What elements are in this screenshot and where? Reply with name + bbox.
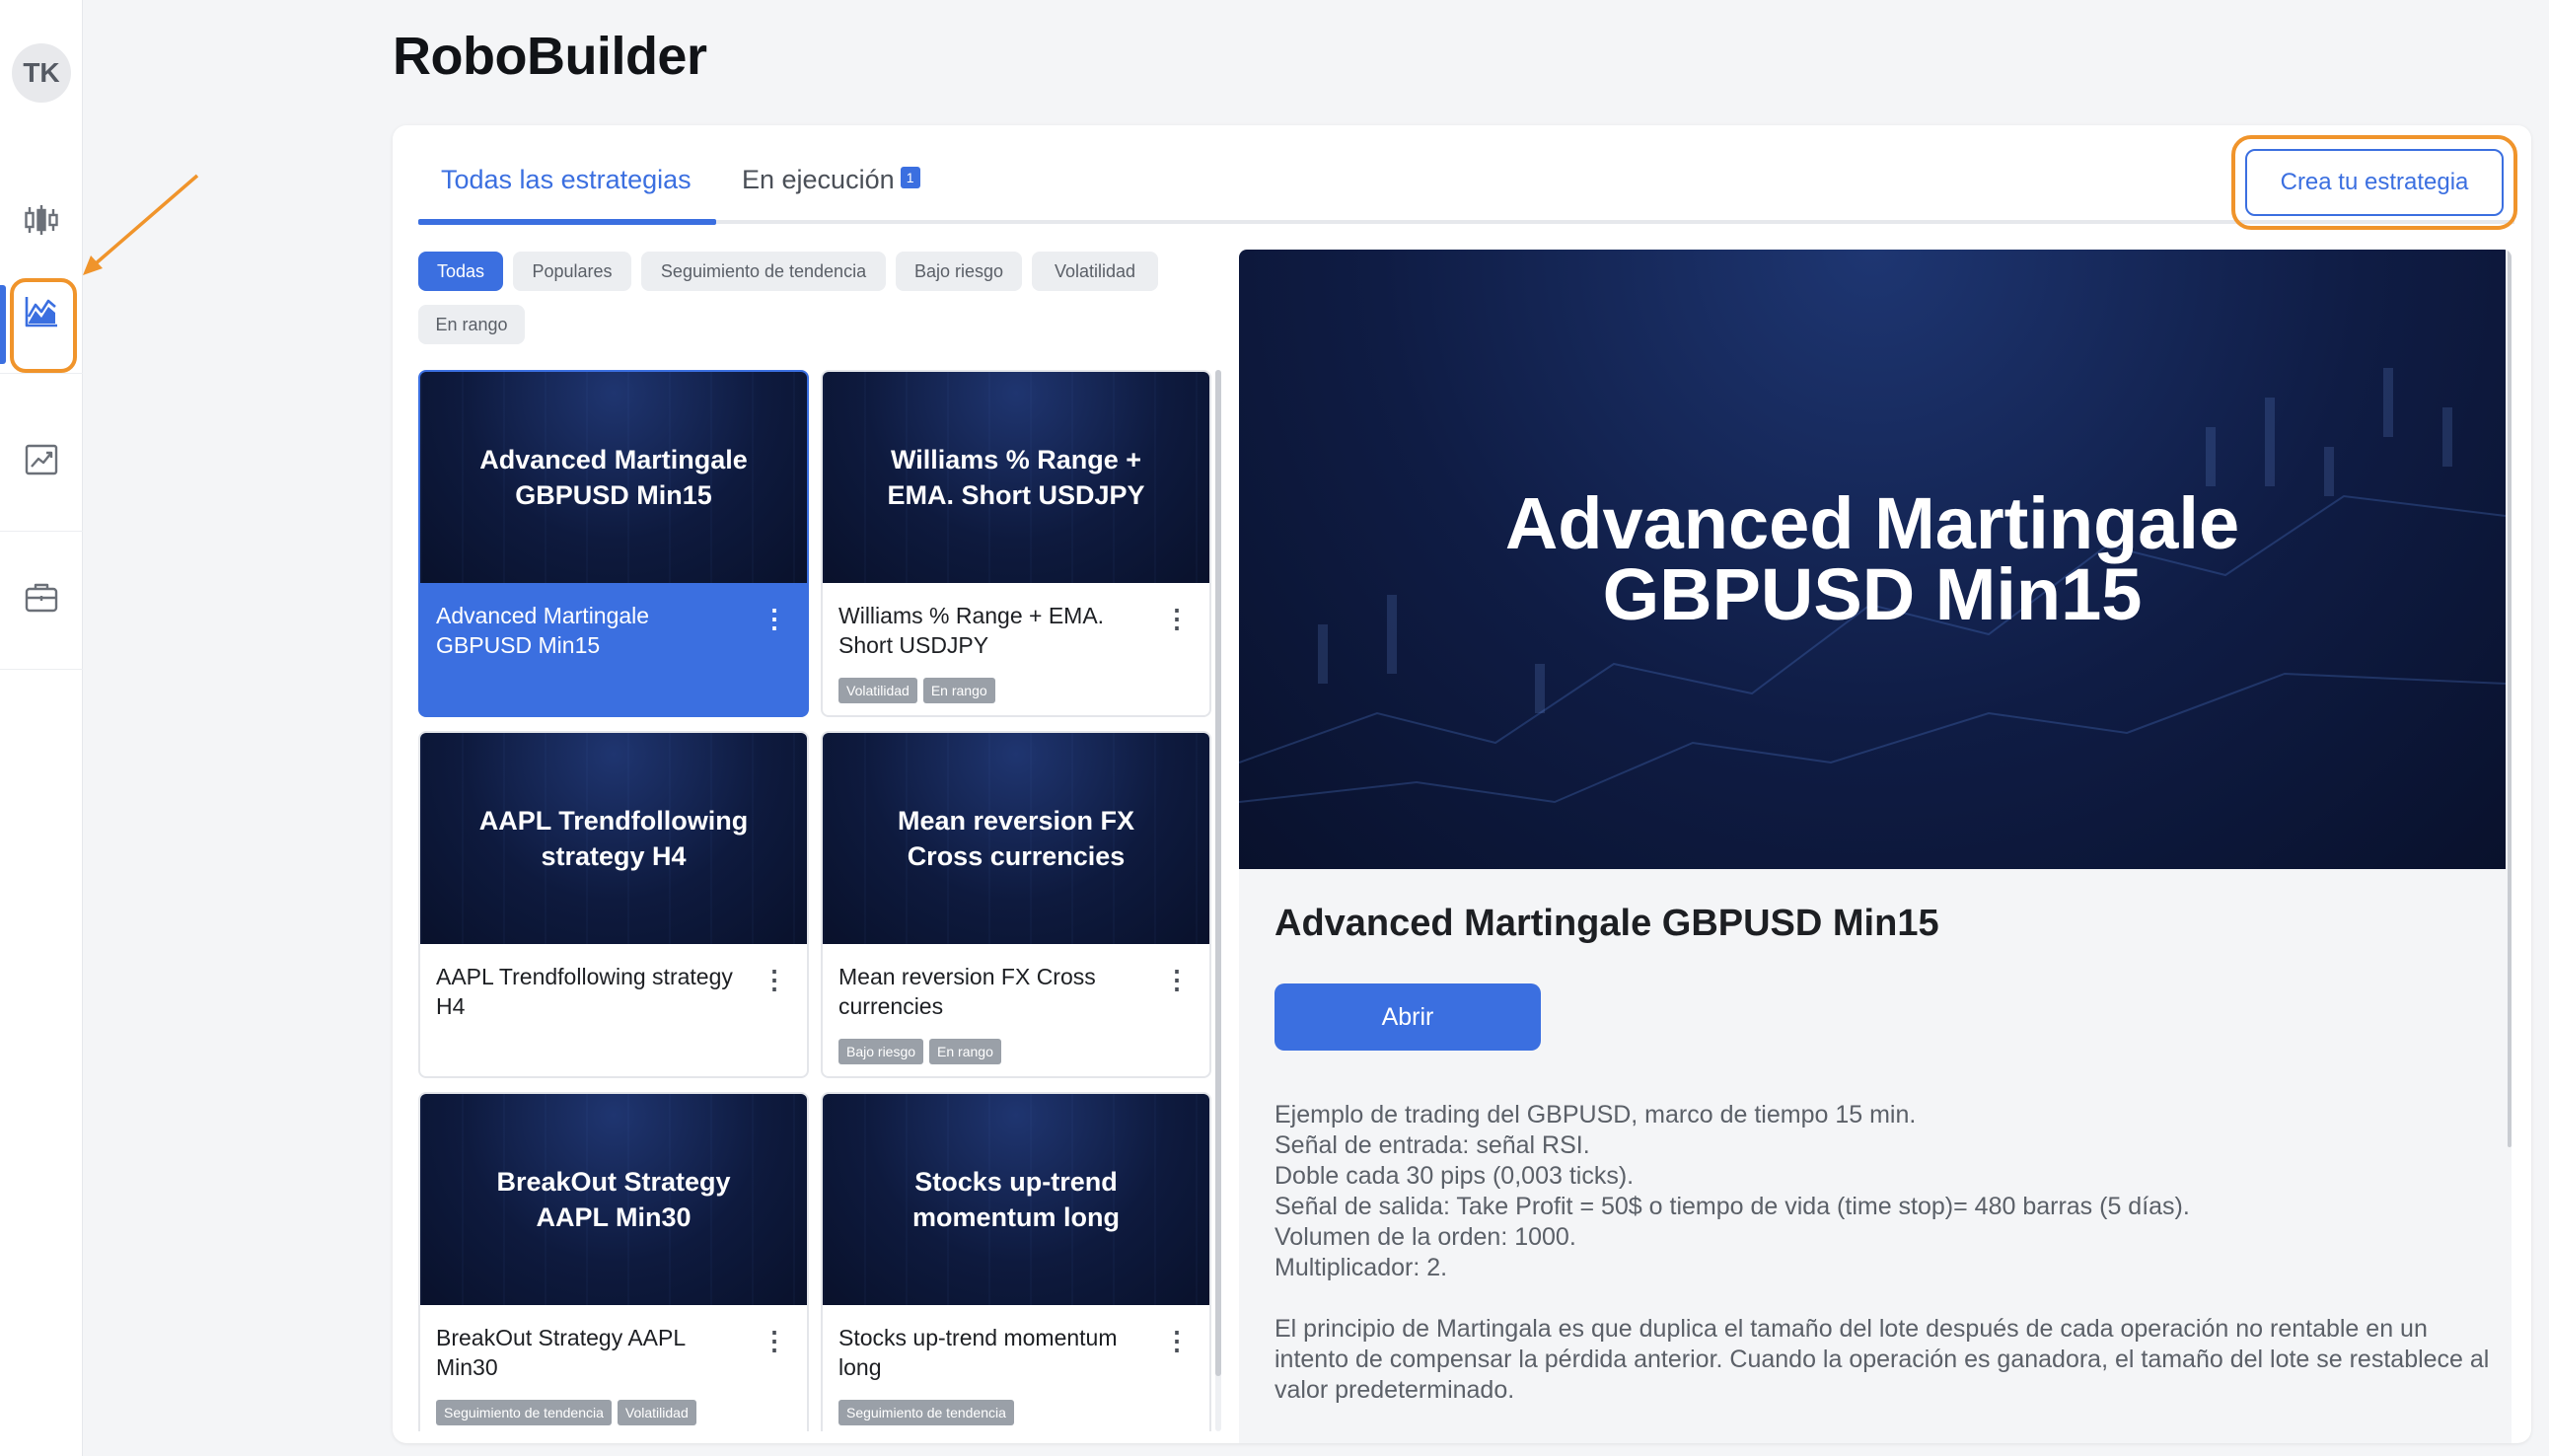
running-count-badge: 1 [900, 167, 920, 188]
trending-chart-icon [23, 441, 60, 483]
strategy-title: Stocks up-trend momentum long [838, 1325, 1118, 1380]
filter-chip-low-risk[interactable]: Bajo riesgo [896, 252, 1022, 291]
thumbnail-title: Advanced Martingale GBPUSD Min15 [479, 445, 748, 510]
tag: Volatilidad [617, 1400, 696, 1425]
more-options-icon[interactable]: ⋮ [762, 605, 787, 634]
create-strategy-button[interactable]: Crea tu estrategia [2245, 149, 2504, 216]
thumbnail-title: Stocks up-trend momentum long [912, 1167, 1120, 1232]
avatar[interactable]: TK [12, 43, 71, 103]
more-options-icon[interactable]: ⋮ [762, 1327, 787, 1356]
filter-chip-in-range[interactable]: En rango [418, 305, 525, 344]
strategy-thumbnail: Mean reversion FX Cross currencies [823, 733, 1209, 944]
filter-chip-all[interactable]: Todas [418, 252, 503, 291]
description-line: Ejemplo de trading del GBPUSD, marco de … [1274, 1101, 1917, 1128]
tag-list: Volatilidad En rango [838, 678, 995, 703]
strategy-detail-panel: Advanced Martingale GBPUSD Min15 Advance… [1239, 250, 2512, 1443]
sidebar-annotation-box [10, 278, 77, 373]
description-line: Volumen de la orden: 1000. [1274, 1223, 1576, 1251]
tag: En rango [929, 1039, 1001, 1064]
sidebar-item-analytics[interactable] [0, 394, 83, 532]
tab-running-label: En ejecución [742, 165, 895, 194]
filter-chip-popular[interactable]: Populares [513, 252, 631, 291]
strategy-title: AAPL Trendfollowing strategy H4 [436, 964, 733, 1019]
create-button-annotation-box: Crea tu estrategia [2231, 135, 2517, 230]
tag: Seguimiento de tendencia [838, 1400, 1014, 1425]
grid-scrollbar-thumb[interactable] [1215, 370, 1221, 1376]
strategy-title: Advanced Martingale GBPUSD Min15 [436, 603, 650, 658]
strategy-description: Ejemplo de trading del GBPUSD, marco de … [1274, 1100, 2498, 1406]
strategy-grid: Advanced Martingale GBPUSD Min15 Advance… [418, 370, 1223, 1431]
strategy-card[interactable]: Williams % Range + EMA. Short USDJPY Wil… [821, 370, 1211, 717]
tag-list: Seguimiento de tendencia [838, 1400, 1014, 1425]
more-options-icon[interactable]: ⋮ [1164, 966, 1190, 995]
thumbnail-title: BreakOut Strategy AAPL Min30 [496, 1167, 731, 1232]
description-line: Señal de salida: Take Profit = 50$ o tie… [1274, 1193, 2190, 1220]
description-line: Señal de entrada: señal RSI. [1274, 1131, 1590, 1159]
filter-chip-volatility[interactable]: Volatilidad [1032, 252, 1158, 291]
more-options-icon[interactable]: ⋮ [762, 966, 787, 995]
description-paragraph: El principio de Martingala es que duplic… [1274, 1315, 2490, 1404]
strategy-title: Williams % Range + EMA. Short USDJPY [838, 603, 1105, 658]
more-options-icon[interactable]: ⋮ [1164, 605, 1190, 634]
strategy-title: BreakOut Strategy AAPL Min30 [436, 1325, 686, 1380]
tabs-bar: Todas las estrategias En ejecución 1 Crea… [393, 125, 2531, 230]
hero-title: Advanced Martingale GBPUSD Min15 [1504, 482, 2240, 635]
page-title: RoboBuilder [393, 27, 707, 86]
thumbnail-title: Williams % Range + EMA. Short USDJPY [887, 445, 1145, 510]
strategy-card[interactable]: Advanced Martingale GBPUSD Min15 Advance… [418, 370, 809, 717]
tag: En rango [922, 678, 995, 703]
tag: Bajo riesgo [838, 1039, 924, 1064]
detail-title: Advanced Martingale GBPUSD Min15 [1274, 903, 1939, 944]
tag: Volatilidad [838, 678, 917, 703]
strategy-hero-banner: Advanced Martingale GBPUSD Min15 [1239, 250, 2506, 869]
strategies-panel: Todas las estrategias En ejecución 1 Crea… [393, 125, 2531, 1443]
strategy-card[interactable]: BreakOut Strategy AAPL Min30 BreakOut St… [418, 1092, 809, 1431]
active-tab-underline [418, 219, 716, 225]
tab-running[interactable]: En ejecución 1 [742, 165, 920, 195]
open-strategy-button[interactable]: Abrir [1274, 983, 1541, 1051]
tabs-divider [418, 220, 2514, 224]
tag: Seguimiento de tendencia [436, 1400, 612, 1425]
tag-list: Seguimiento de tendencia Volatilidad [436, 1400, 696, 1425]
strategy-thumbnail: Advanced Martingale GBPUSD Min15 [420, 372, 807, 583]
description-line: Doble cada 30 pips (0,003 ticks). [1274, 1162, 1635, 1190]
tab-all-strategies[interactable]: Todas las estrategias [441, 165, 692, 195]
thumbnail-title: Mean reversion FX Cross currencies [897, 806, 1135, 871]
candlestick-icon [23, 201, 60, 244]
sidebar: TK [0, 0, 83, 1456]
tag-list: Bajo riesgo En rango [838, 1039, 1001, 1064]
strategy-thumbnail: AAPL Trendfollowing strategy H4 [420, 733, 807, 944]
filter-chip-trend-following[interactable]: Seguimiento de tendencia [641, 252, 886, 291]
more-options-icon[interactable]: ⋮ [1164, 1327, 1190, 1356]
strategy-card[interactable]: Stocks up-trend momentum long Stocks up-… [821, 1092, 1211, 1431]
description-line: Multiplicador: 2. [1274, 1254, 1448, 1281]
strategy-card[interactable]: AAPL Trendfollowing strategy H4 AAPL Tre… [418, 731, 809, 1078]
strategy-card[interactable]: Mean reversion FX Cross currencies Mean … [821, 731, 1211, 1078]
strategy-thumbnail: Williams % Range + EMA. Short USDJPY [823, 372, 1209, 583]
detail-scrollbar[interactable] [2508, 250, 2512, 1147]
strategy-thumbnail: Stocks up-trend momentum long [823, 1094, 1209, 1305]
briefcase-icon [23, 579, 60, 621]
thumbnail-title: AAPL Trendfollowing strategy H4 [478, 806, 749, 871]
sidebar-item-portfolio[interactable] [0, 532, 83, 670]
strategy-title: Mean reversion FX Cross currencies [838, 964, 1096, 1019]
strategy-thumbnail: BreakOut Strategy AAPL Min30 [420, 1094, 807, 1305]
